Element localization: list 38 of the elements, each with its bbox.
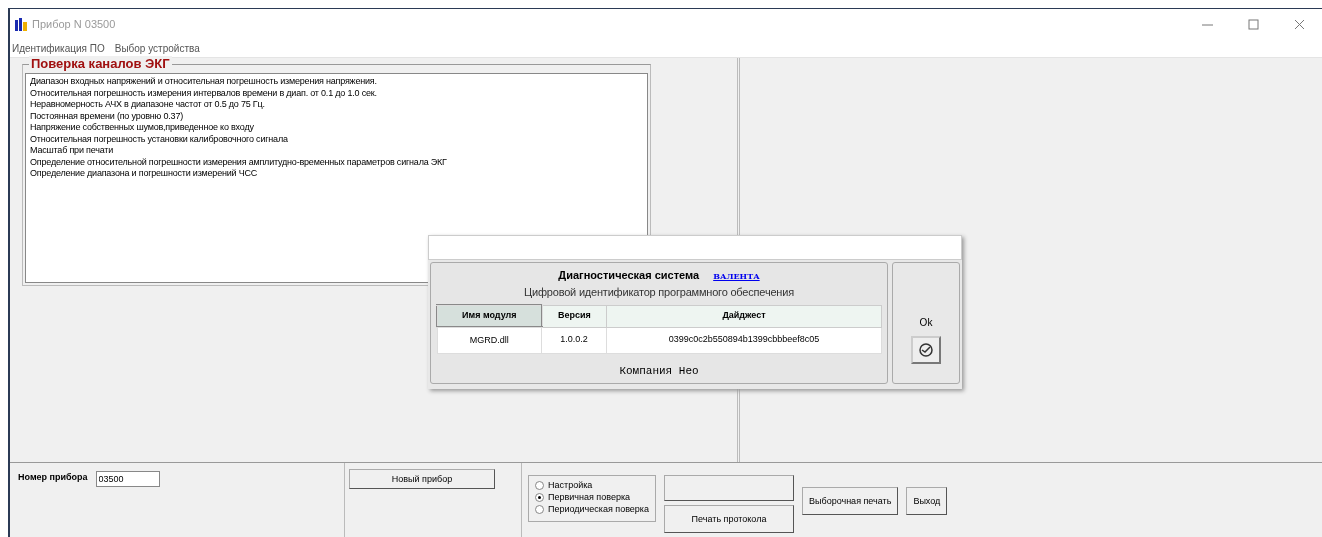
brand-link[interactable]: ВАЛЕНТА <box>713 270 760 282</box>
selective-print-button[interactable]: Выборочная печать <box>802 487 899 515</box>
maximize-icon[interactable] <box>1247 18 1259 30</box>
list-item[interactable]: Определение диапазона и погрешности измерений ЧСС <box>30 168 643 180</box>
column-header: Версия <box>541 305 607 327</box>
exit-button[interactable]: Выход <box>906 487 948 515</box>
list-item[interactable]: Напряжение собственных шумов,приведенное ко входу <box>30 122 643 134</box>
new-device-button[interactable]: Новый прибор <box>349 469 495 489</box>
blank-button[interactable] <box>664 475 794 501</box>
table-cell: MGRD.dll <box>437 327 542 353</box>
app-icon <box>14 17 28 31</box>
ok-button[interactable] <box>911 336 941 364</box>
window-title: Прибор N 03500 <box>32 16 116 32</box>
group-title: Поверка каналов ЭКГ <box>29 56 172 71</box>
table-cell: 0399c0c2b550894b1399cbbbeef8c05 <box>606 327 882 353</box>
radio-option[interactable]: Периодическая поверка <box>535 503 649 515</box>
column-header: Дайджест <box>606 305 882 327</box>
list-item[interactable]: Постоянная времени (по уровню 0.37) <box>30 110 643 122</box>
ok-label: Ok <box>919 316 933 330</box>
list-item[interactable]: Диапазон входных напряжений и относительная погрешность измерения напряжения. <box>30 76 643 88</box>
radio-option[interactable]: Настройка <box>535 479 649 491</box>
list-item[interactable]: Масштаб при печати <box>30 145 643 157</box>
list-item[interactable]: Определение относительной погрешности измерения амплитудно-временных параметров сигнала ЭКГ <box>30 156 643 168</box>
company-label: Компания Нео <box>619 363 699 379</box>
list-item[interactable]: Относительная погрешность измерения интервалов времени в диап. от 0.1 до 1.0 сек. <box>30 87 643 99</box>
menu-item[interactable]: Идентификация ПО <box>12 40 105 56</box>
column-header: Имя модуля <box>437 305 542 327</box>
close-icon[interactable] <box>1293 18 1305 30</box>
dialog-subtitle: Цифровой идентификатор программного обеспечения <box>524 284 794 300</box>
dialog-heading: Диагностическая система <box>558 268 700 283</box>
radio-option[interactable]: Первичная поверка <box>535 491 649 503</box>
list-item[interactable]: Относительная погрешность установки калибровочного сигнала <box>30 133 643 145</box>
print-protocol-button[interactable]: Печать протокола <box>664 505 794 533</box>
check-circle-icon <box>918 342 934 358</box>
device-label: Номер прибора <box>18 471 88 484</box>
list-item[interactable]: Неравномерность АЧХ в диапазоне частот от 0.5 до 75 Гц. <box>30 99 643 111</box>
menu-item[interactable]: Выбор устройства <box>114 40 200 56</box>
device-number-field[interactable]: 03500 <box>95 471 160 487</box>
